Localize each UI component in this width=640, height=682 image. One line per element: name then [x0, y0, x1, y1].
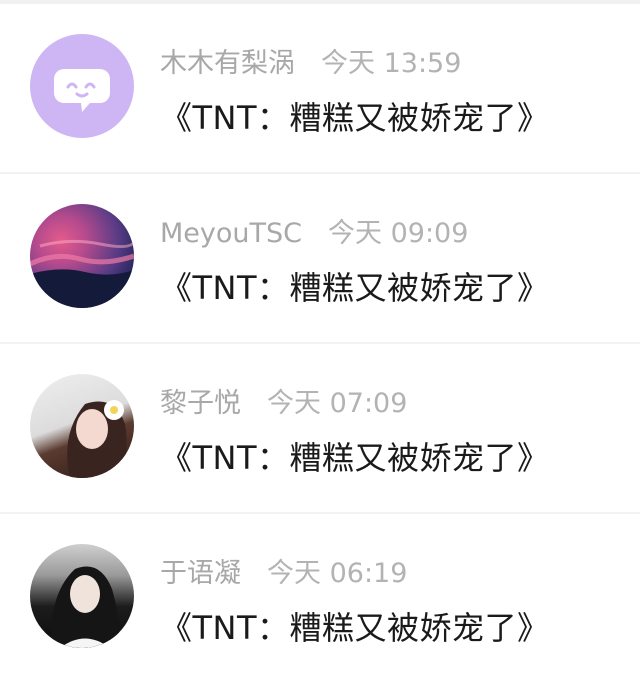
chat-bubble-icon — [54, 69, 110, 112]
avatar[interactable] — [30, 34, 134, 138]
username[interactable]: 木木有梨涡 — [160, 48, 295, 79]
timestamp: 今天 09:09 — [328, 218, 469, 249]
username[interactable]: 于语凝 — [160, 558, 241, 589]
username-row: 于语凝 今天 06:19 — [160, 558, 407, 590]
message-text[interactable]: 《TNT：糟糕又被娇宠了》 — [160, 268, 550, 308]
portrait-photo-image — [51, 566, 120, 648]
timestamp: 今天 13:59 — [321, 48, 462, 79]
timestamp: 今天 07:09 — [267, 388, 408, 419]
avatar[interactable] — [30, 374, 134, 478]
list-item[interactable]: 木木有梨涡 今天 13:59 《TNT：糟糕又被娇宠了》 — [0, 4, 640, 172]
message-text[interactable]: 《TNT：糟糕又被娇宠了》 — [160, 608, 550, 648]
timestamp: 今天 06:19 — [267, 558, 408, 589]
list-item[interactable]: MeyouTSC 今天 09:09 《TNT：糟糕又被娇宠了》 — [0, 174, 640, 342]
message-text[interactable]: 《TNT：糟糕又被娇宠了》 — [160, 438, 550, 478]
sky-photo-image — [30, 239, 134, 308]
list-item[interactable]: 于语凝 今天 06:19 《TNT：糟糕又被娇宠了》 — [0, 514, 640, 682]
username-row: MeyouTSC 今天 09:09 — [160, 218, 468, 250]
list-item[interactable]: 黎子悦 今天 07:09 《TNT：糟糕又被娇宠了》 — [0, 344, 640, 512]
username[interactable]: 黎子悦 — [160, 388, 241, 419]
message-list: 木木有梨涡 今天 13:59 《TNT：糟糕又被娇宠了》 MeyouTSC 今天 0… — [0, 0, 640, 682]
message-text[interactable]: 《TNT：糟糕又被娇宠了》 — [160, 98, 550, 138]
portrait-photo-image — [67, 400, 127, 478]
avatar[interactable] — [30, 544, 134, 648]
username[interactable]: MeyouTSC — [160, 218, 302, 249]
username-row: 木木有梨涡 今天 13:59 — [160, 48, 461, 80]
avatar[interactable] — [30, 204, 134, 308]
username-row: 黎子悦 今天 07:09 — [160, 388, 407, 420]
